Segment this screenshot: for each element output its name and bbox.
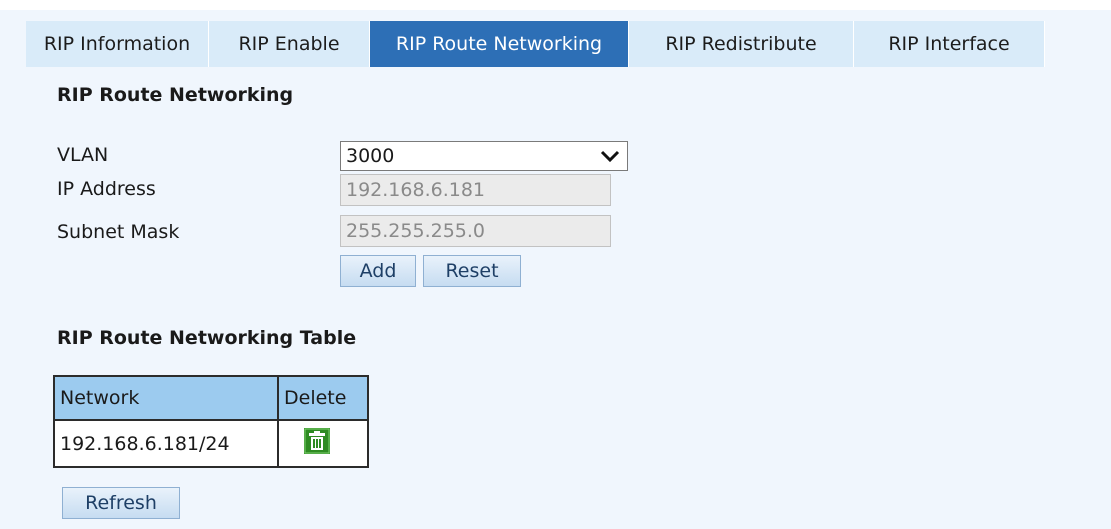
reset-button[interactable]: Reset	[423, 255, 521, 287]
vlan-select-value: 3000	[346, 145, 395, 167]
chevron-down-icon	[600, 150, 620, 163]
tab-rip-route-networking[interactable]: RIP Route Networking	[370, 21, 629, 67]
table-row: 192.168.6.181/24	[53, 419, 369, 468]
tab-rip-redistribute[interactable]: RIP Redistribute	[629, 21, 854, 67]
ip-address-field[interactable]: 192.168.6.181	[340, 174, 611, 206]
trash-icon-graphic	[304, 428, 330, 454]
trash-icon[interactable]	[304, 428, 330, 459]
refresh-button[interactable]: Refresh	[62, 487, 180, 519]
section-title-networking-table: RIP Route Networking Table	[57, 327, 357, 349]
tab-rip-enable[interactable]: RIP Enable	[209, 21, 370, 67]
tab-bar: RIP Information RIP Enable RIP Route Net…	[26, 21, 1045, 67]
subnet-mask-label: Subnet Mask	[57, 221, 180, 243]
add-button[interactable]: Add	[340, 255, 416, 287]
subnet-mask-field[interactable]: 255.255.255.0	[340, 215, 611, 247]
tab-rip-interface[interactable]: RIP Interface	[854, 21, 1045, 67]
vlan-select[interactable]: 3000	[340, 141, 628, 171]
networking-table: Network Delete 192.168.6.181/24	[53, 375, 369, 468]
network-cell: 192.168.6.181/24	[53, 419, 279, 468]
column-header-delete: Delete	[277, 375, 369, 421]
ip-address-label: IP Address	[57, 178, 156, 200]
table-header-row: Network Delete	[53, 375, 369, 421]
vlan-label: VLAN	[57, 144, 109, 166]
column-header-network: Network	[53, 375, 279, 421]
section-title-route-networking: RIP Route Networking	[57, 84, 294, 106]
delete-cell	[277, 419, 369, 468]
top-border	[0, 0, 1111, 10]
tab-rip-information[interactable]: RIP Information	[26, 21, 209, 67]
